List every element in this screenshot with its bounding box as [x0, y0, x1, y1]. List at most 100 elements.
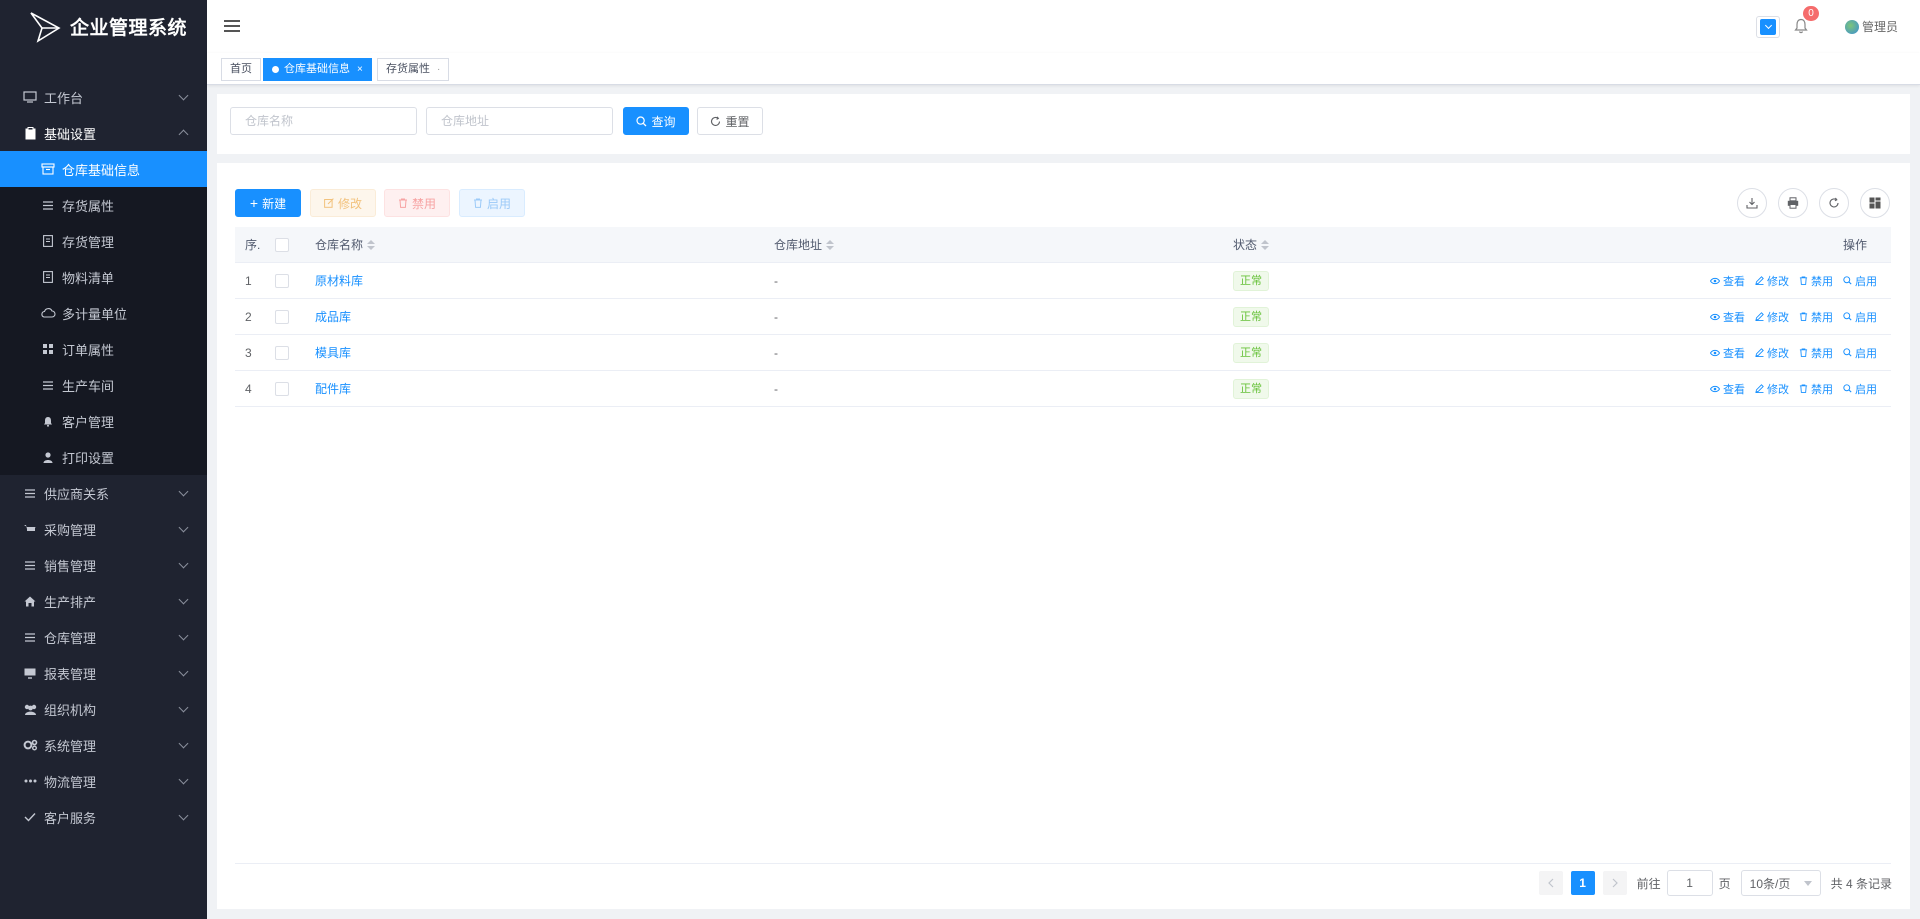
chevron-up-icon [178, 129, 189, 140]
menu-multi-unit[interactable]: 多计量单位 [0, 295, 207, 331]
col-status[interactable]: 状态 [1233, 236, 1613, 253]
notification-bell-icon[interactable] [1794, 18, 1808, 34]
query-button[interactable]: 查询 [623, 107, 689, 135]
tab-warehouse-info[interactable]: 仓库基础信息 × [263, 58, 372, 81]
close-icon[interactable]: × [357, 59, 363, 80]
columns-button[interactable] [1860, 188, 1890, 218]
edit-link[interactable]: 修改 [1755, 381, 1789, 397]
menu-customer-service[interactable]: 客户服务 [0, 799, 207, 835]
menu-production[interactable]: 生产排产 [0, 583, 207, 619]
enable-link[interactable]: 启用 [1843, 345, 1877, 361]
menu-workshop[interactable]: 生产车间 [0, 367, 207, 403]
enable-button[interactable]: 启用 [459, 189, 525, 217]
view-link[interactable]: 查看 [1710, 273, 1745, 289]
home-icon [22, 593, 38, 609]
new-button[interactable]: + 新建 [235, 189, 301, 217]
menu-bom[interactable]: 物料清单 [0, 259, 207, 295]
warehouse-name-input[interactable] [230, 107, 417, 135]
warehouse-name-link[interactable]: 模具库 [315, 344, 351, 361]
col-name[interactable]: 仓库名称 [315, 236, 774, 253]
users-icon [22, 701, 38, 717]
tab-home[interactable]: 首页 [221, 58, 261, 81]
sidebar: 企业管理系统 工作台 基础设置 仓库基础信息 存货属性 存货管理 物料清单 多计… [0, 0, 207, 919]
menu-sales[interactable]: 销售管理 [0, 547, 207, 583]
close-icon[interactable]: · [437, 59, 440, 80]
edit-link[interactable]: 修改 [1755, 345, 1789, 361]
brand[interactable]: 企业管理系统 [0, 0, 207, 53]
clipboard-icon [22, 125, 38, 141]
row-name: 模具库 [315, 344, 774, 361]
view-link[interactable]: 查看 [1710, 345, 1745, 361]
edit-link[interactable]: 修改 [1755, 273, 1789, 289]
menu-reports[interactable]: 报表管理 [0, 655, 207, 691]
select-all-checkbox[interactable] [275, 237, 289, 252]
menu-org[interactable]: 组织机构 [0, 691, 207, 727]
edit-button[interactable]: 修改 [310, 189, 376, 217]
menu-supplier[interactable]: 供应商关系 [0, 475, 207, 511]
menu-basic-settings[interactable]: 基础设置 [0, 115, 207, 151]
menu-warehouse-info[interactable]: 仓库基础信息 [0, 151, 207, 187]
menu-inventory-attr[interactable]: 存货属性 [0, 187, 207, 223]
row-index: 3 [245, 345, 252, 360]
op-label: 查看 [1723, 347, 1745, 360]
tags-view: 首页 仓库基础信息 × 存货属性 · [207, 53, 1920, 85]
enable-link[interactable]: 启用 [1843, 381, 1877, 397]
sort-icon[interactable] [826, 239, 835, 250]
disable-button[interactable]: 禁用 [384, 189, 450, 217]
menu-inventory-mgmt[interactable]: 存货管理 [0, 223, 207, 259]
warehouse-table: 序. 仓库名称 仓库地址 状态 操作 1 原材料库 - 正常 查看 修改 禁用 … [235, 227, 1891, 407]
button-label: 禁用 [411, 196, 436, 211]
active-dot-icon [272, 66, 279, 73]
menu-toggle-icon[interactable] [224, 20, 240, 34]
sort-icon[interactable] [367, 239, 376, 250]
menu-customer-mgmt[interactable]: 客户管理 [0, 403, 207, 439]
enable-link[interactable]: 启用 [1843, 309, 1877, 325]
view-link[interactable]: 查看 [1710, 309, 1745, 325]
disable-link[interactable]: 禁用 [1799, 381, 1833, 397]
goto-page-input[interactable]: 1 [1666, 870, 1713, 896]
menu-print-settings[interactable]: 打印设置 [0, 439, 207, 475]
refresh-button[interactable] [1819, 188, 1849, 218]
menu-purchase[interactable]: 采购管理 [0, 511, 207, 547]
reset-button[interactable]: 重置 [697, 107, 763, 135]
page-size-select[interactable]: 10条/页 [1740, 870, 1821, 896]
menu-warehouse[interactable]: 仓库管理 [0, 619, 207, 655]
menu-order-attr[interactable]: 订单属性 [0, 331, 207, 367]
refresh-icon [711, 115, 721, 126]
tab-inventory-attr[interactable]: 存货属性 · [377, 58, 450, 81]
disable-link[interactable]: 禁用 [1799, 345, 1833, 361]
printer-icon [1787, 197, 1799, 209]
disable-link[interactable]: 禁用 [1799, 309, 1833, 325]
col-ops: 操作 [1842, 238, 1867, 252]
user-menu[interactable]: 管理员 [1844, 18, 1898, 35]
disable-link[interactable]: 禁用 [1799, 273, 1833, 289]
warehouse-name-link[interactable]: 配件库 [315, 380, 351, 397]
row-checkbox[interactable] [275, 273, 289, 288]
view-link[interactable]: 查看 [1710, 381, 1745, 397]
warehouse-name-link[interactable]: 原材料库 [315, 272, 363, 289]
menu-workbench[interactable]: 工作台 [0, 79, 207, 115]
row-ops: 查看 修改 禁用 启用 [1613, 273, 1891, 289]
menu-system[interactable]: 系统管理 [0, 727, 207, 763]
page-number[interactable]: 1 [1570, 871, 1595, 895]
row-checkbox[interactable] [275, 381, 289, 396]
edit-icon [1755, 276, 1764, 285]
export-button[interactable] [1737, 188, 1767, 218]
row-checkbox[interactable] [275, 345, 289, 360]
edit-link[interactable]: 修改 [1755, 309, 1789, 325]
row-name: 配件库 [315, 380, 774, 397]
warehouse-address-input[interactable] [426, 107, 613, 135]
notification-badge: 0 [1803, 6, 1819, 21]
warehouse-name-link[interactable]: 成品库 [315, 308, 351, 325]
print-button[interactable] [1778, 188, 1808, 218]
side-menu: 工作台 基础设置 仓库基础信息 存货属性 存货管理 物料清单 多计量单位 订单属… [0, 79, 207, 835]
prev-page-button[interactable] [1538, 871, 1563, 895]
header-select[interactable] [1756, 16, 1780, 38]
col-address[interactable]: 仓库地址 [774, 236, 1233, 253]
row-checkbox[interactable] [275, 309, 289, 324]
menu-logistics[interactable]: 物流管理 [0, 763, 207, 799]
next-page-button[interactable] [1602, 871, 1627, 895]
row-address: - [774, 273, 778, 288]
sort-icon[interactable] [1261, 239, 1270, 250]
enable-link[interactable]: 启用 [1843, 273, 1877, 289]
